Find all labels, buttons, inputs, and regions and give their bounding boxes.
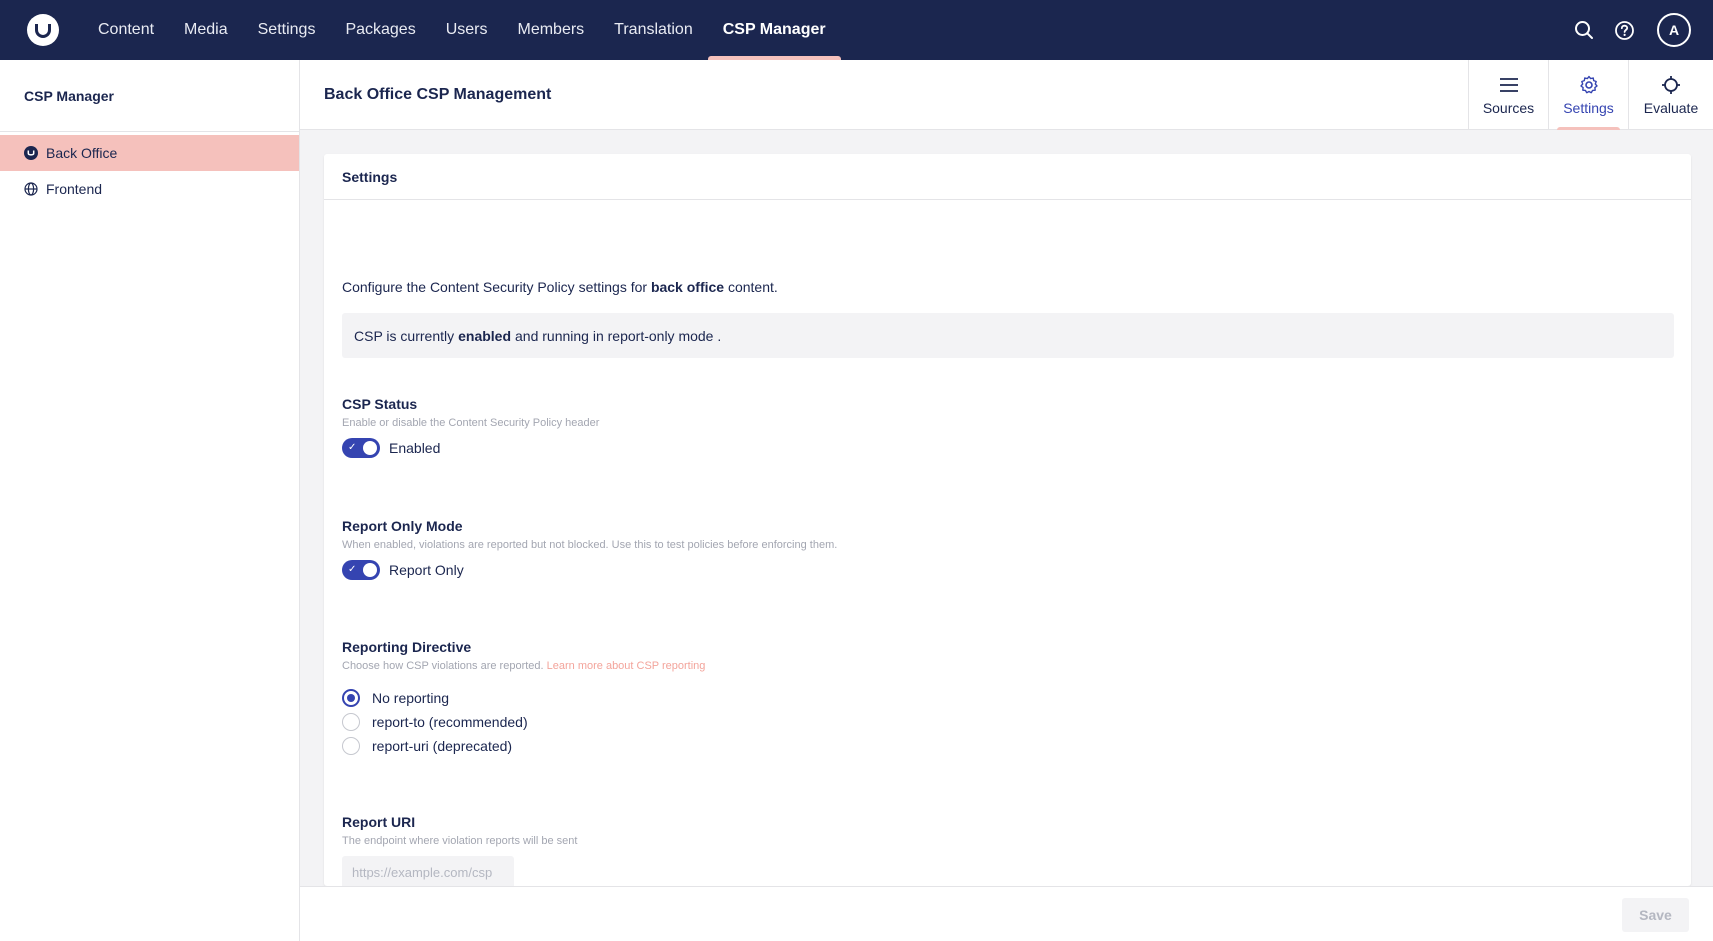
radio-option-no-reporting[interactable]: No reporting (342, 686, 705, 710)
help-icon[interactable] (1613, 19, 1635, 41)
umbraco-logo[interactable] (27, 14, 59, 46)
check-icon: ✓ (348, 442, 357, 453)
view-tabs: Sources Settings Evaluate (1468, 60, 1713, 130)
tab-sources[interactable]: Sources (1468, 60, 1548, 130)
radio-button[interactable] (342, 713, 360, 731)
crosshair-icon (1661, 74, 1681, 96)
card-title: Settings (324, 154, 1691, 200)
report-only-description: When enabled, violations are reported bu… (342, 539, 838, 551)
top-header: Content Media Settings Packages Users Me… (0, 0, 1713, 60)
report-uri-field: Report URI The endpoint where violation … (342, 814, 577, 886)
report-only-toggle-label: Report Only (389, 562, 464, 578)
csp-status-toggle-label: Enabled (389, 440, 441, 456)
radio-button[interactable] (342, 689, 360, 707)
header-tools: A (1573, 0, 1691, 60)
radio-option-report-uri[interactable]: report-uri (deprecated) (342, 734, 705, 758)
report-only-toggle[interactable]: ✓ (342, 560, 380, 580)
page-header: Back Office CSP Management Sources Setti… (300, 60, 1713, 130)
status-bold: enabled (458, 327, 512, 344)
tab-label: Sources (1482, 100, 1535, 116)
tab-settings[interactable]: Settings (1548, 60, 1628, 130)
reporting-radio-group: No reporting report-to (recommended) rep… (342, 686, 705, 758)
reporting-directive-label: Reporting Directive (342, 639, 472, 655)
report-only-field: Report Only Mode When enabled, violation… (342, 518, 837, 580)
main-nav: Content Media Settings Packages Users Me… (83, 0, 841, 60)
nav-item-media[interactable]: Media (169, 0, 243, 60)
report-only-label: Report Only Mode (342, 518, 463, 534)
tab-label: Evaluate (1643, 100, 1699, 116)
status-suffix: and running in report-only mode . (515, 327, 722, 344)
report-uri-input[interactable] (342, 856, 514, 886)
footer-bar: Save (300, 886, 1713, 941)
csp-status-label: CSP Status (342, 396, 418, 412)
globe-icon (24, 182, 38, 196)
radio-label: report-uri (deprecated) (372, 738, 513, 754)
gear-icon (1579, 74, 1599, 96)
reporting-directive-desc-text: Choose how CSP violations are reported. (342, 660, 544, 672)
csp-status-field: CSP Status Enable or disable the Content… (342, 396, 599, 458)
nav-item-packages[interactable]: Packages (330, 0, 430, 60)
radio-option-report-to[interactable]: report-to (recommended) (342, 710, 705, 734)
user-avatar[interactable]: A (1657, 13, 1691, 47)
radio-button[interactable] (342, 737, 360, 755)
intro-prefix: Configure the Content Security Policy se… (342, 279, 648, 295)
intro-text: Configure the Content Security Policy se… (342, 279, 778, 295)
tab-label: Settings (1563, 100, 1614, 116)
sidebar-title: CSP Manager (0, 60, 299, 132)
nav-item-content[interactable]: Content (83, 0, 169, 60)
report-uri-label: Report URI (342, 814, 416, 830)
search-icon[interactable] (1573, 19, 1595, 41)
list-icon (1499, 74, 1519, 96)
learn-more-link[interactable]: Learn more about CSP reporting (547, 660, 706, 672)
status-prefix: CSP is currently (354, 327, 455, 344)
save-button[interactable]: Save (1622, 898, 1689, 932)
page-title: Back Office CSP Management (324, 86, 552, 103)
sidebar-item-label: Frontend (46, 181, 103, 197)
tab-evaluate[interactable]: Evaluate (1628, 60, 1713, 130)
reporting-directive-field: Reporting Directive Choose how CSP viola… (342, 639, 705, 758)
intro-suffix: content. (727, 279, 778, 295)
nav-item-users[interactable]: Users (431, 0, 503, 60)
csp-status-toggle[interactable]: ✓ (342, 438, 380, 458)
radio-label: No reporting (372, 690, 450, 706)
check-icon: ✓ (348, 564, 357, 575)
intro-bold: back office (650, 279, 725, 295)
sidebar: CSP Manager Back Office Frontend (0, 60, 300, 941)
reporting-directive-description: Choose how CSP violations are reported. … (342, 660, 705, 672)
sidebar-item-back-office[interactable]: Back Office (0, 135, 299, 171)
settings-card: Settings Configure the Content Security … (324, 154, 1691, 886)
nav-item-csp-manager[interactable]: CSP Manager (707, 0, 841, 60)
nav-item-translation[interactable]: Translation (599, 0, 708, 60)
sidebar-item-label: Back Office (46, 145, 118, 161)
umbraco-icon (24, 146, 38, 160)
radio-label: report-to (recommended) (372, 714, 528, 730)
report-uri-description: The endpoint where violation reports wil… (342, 835, 578, 847)
sidebar-item-frontend[interactable]: Frontend (0, 171, 299, 207)
csp-status-description: Enable or disable the Content Security P… (342, 417, 600, 429)
nav-item-members[interactable]: Members (502, 0, 599, 60)
status-banner: CSP is currently enabled and running in … (342, 313, 1674, 358)
nav-item-settings[interactable]: Settings (243, 0, 331, 60)
